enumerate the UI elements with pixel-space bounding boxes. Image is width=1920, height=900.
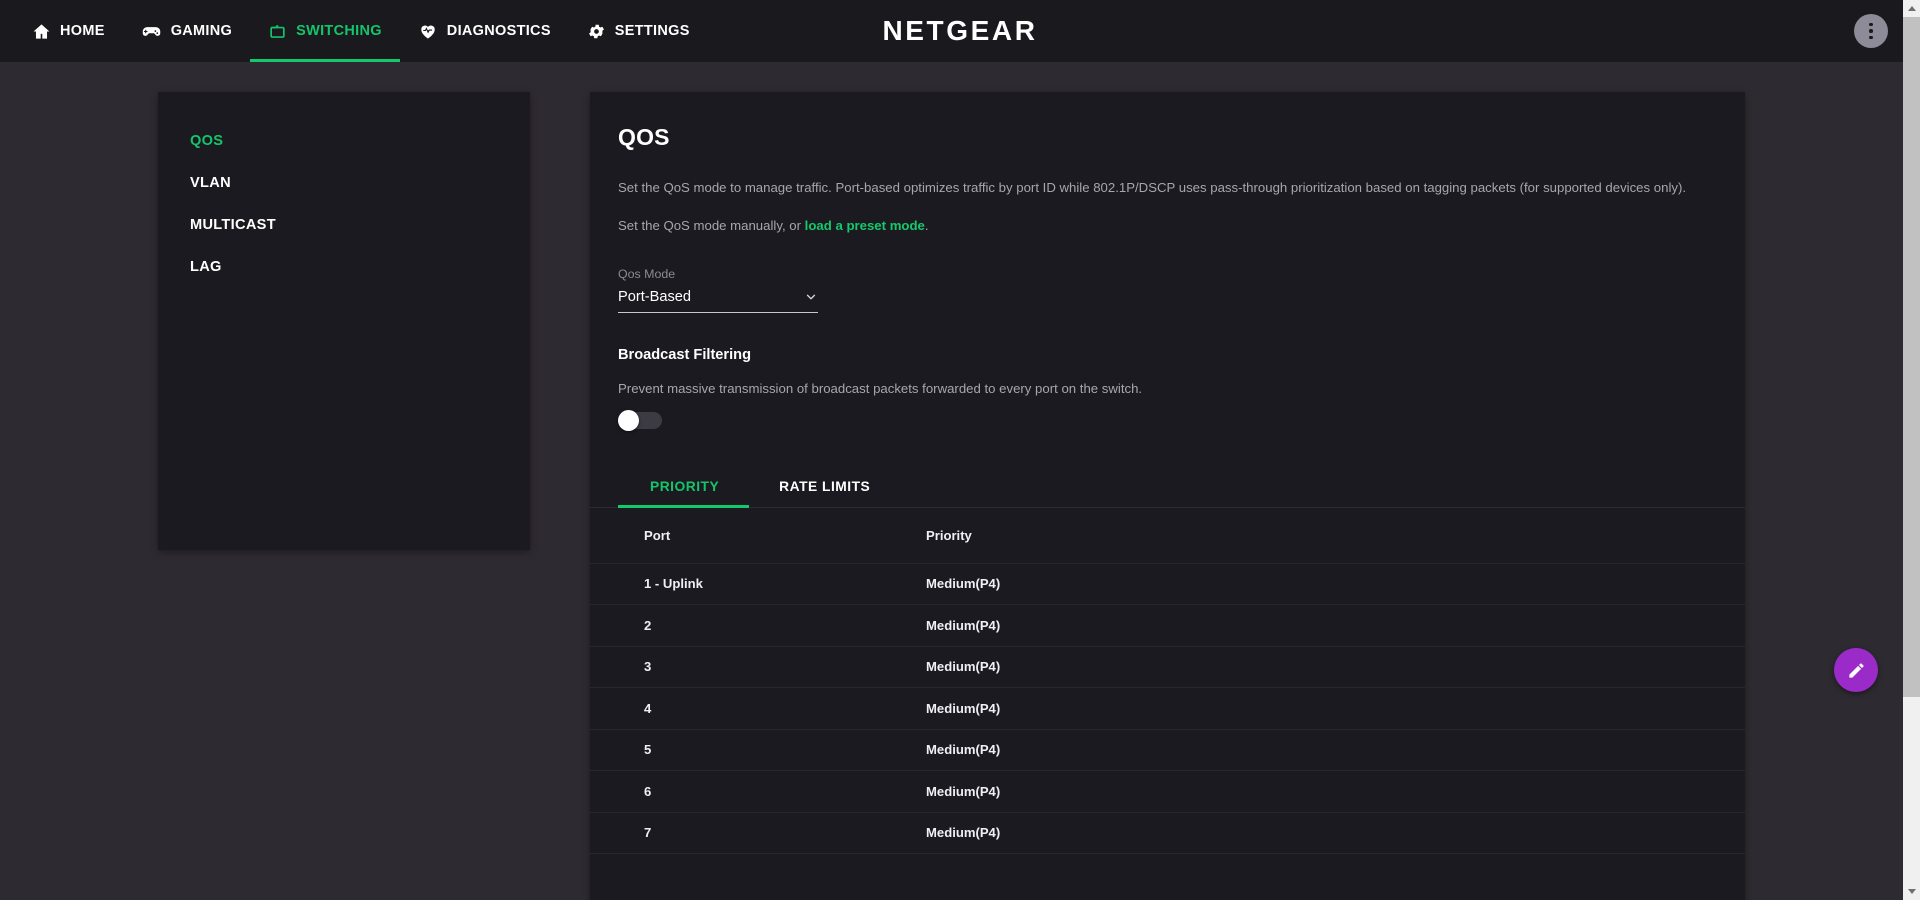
nav-item-settings[interactable]: SETTINGS [569,0,708,62]
nav-item-home[interactable]: HOME [14,0,123,62]
cell-priority: Medium(P4) [926,825,1001,841]
brand-logo-text: NETGEAR [882,15,1038,46]
cell-port: 7 [644,825,652,841]
tab-priority[interactable]: PRIORITY [618,467,750,508]
nav-item-switching[interactable]: SWITCHING [250,0,400,62]
qos-preset-line: Set the QoS mode manually, or load a pre… [618,215,1703,237]
broadcast-filtering-description: Prevent massive transmission of broadcas… [618,380,1143,396]
sidebar-list: QOS VLAN MULTICAST LAG [158,92,530,288]
cell-port: 1 - Uplink [644,576,703,592]
sidebar-item-qos[interactable]: QOS [158,120,530,162]
cell-priority: Medium(P4) [926,742,1001,758]
table-row[interactable]: 6 Medium(P4) [590,771,1745,813]
broadcast-filtering-title: Broadcast Filtering [618,346,751,363]
pencil-icon [1847,661,1866,680]
sidebar-panel: QOS VLAN MULTICAST LAG [158,92,530,550]
kebab-dot [1869,22,1873,27]
gamepad-icon [141,21,162,42]
table-row[interactable]: 4 Medium(P4) [590,688,1745,730]
table-header-row: Port Priority [590,508,1745,564]
edit-fab-button[interactable] [1834,648,1878,692]
table-row[interactable]: 7 Medium(P4) [590,813,1745,855]
chevron-up-icon [1907,6,1916,11]
broadcast-filtering-toggle[interactable] [618,409,662,431]
chevron-down-icon [804,290,818,304]
page-title: QOS [618,124,670,150]
cell-priority: Medium(P4) [926,617,1001,633]
toggle-knob [618,409,639,431]
sidebar-item-vlan[interactable]: VLAN [158,162,530,204]
kebab-dot [1869,35,1873,40]
column-header-priority: Priority [926,527,972,543]
heartbeat-icon [418,21,438,41]
nav-item-diagnostics[interactable]: DIAGNOSTICS [400,0,569,62]
cell-priority: Medium(P4) [926,700,1001,716]
table-row[interactable]: 5 Medium(P4) [590,730,1745,772]
sidebar-item-multicast[interactable]: MULTICAST [158,204,530,246]
page-scrollbar[interactable] [1903,0,1920,900]
gear-icon [587,22,606,41]
qos-mode-select[interactable]: Port-Based [618,289,818,313]
nav-item-gaming[interactable]: GAMING [123,0,250,62]
scrollbar-up-arrow[interactable] [1903,0,1920,17]
cell-priority: Medium(P4) [926,783,1001,799]
tab-rate-limits[interactable]: RATE LIMITS [749,467,900,507]
cell-port: 6 [644,783,652,799]
tab-rate-limits-label: RATE LIMITS [779,478,871,494]
table-row[interactable]: 3 Medium(P4) [590,647,1745,689]
scrollbar-thumb[interactable] [1903,17,1920,697]
table-row[interactable]: 1 - Uplink Medium(P4) [590,564,1745,606]
top-navigation-bar: HOME GAMING SWITCHING DIAGNOSTICS SETTIN… [0,0,1920,62]
sidebar-item-multicast-label: MULTICAST [190,217,276,233]
main-content-padding: QOS Set the QoS mode to manage traffic. … [590,92,1745,855]
qos-mode-label: Qos Mode [618,266,676,281]
nav-item-home-label: HOME [60,22,105,39]
table-row[interactable]: 2 Medium(P4) [590,605,1745,647]
tab-priority-label: PRIORITY [650,478,720,494]
cell-priority: Medium(P4) [926,659,1001,675]
priority-table: Port Priority 1 - Uplink Medium(P4) 2 Me… [590,508,1745,855]
cell-port: 4 [644,700,652,716]
qos-preset-prefix: Set the QoS mode manually, or [618,217,805,233]
sidebar-item-vlan-label: VLAN [190,175,231,191]
nav-item-diagnostics-label: DIAGNOSTICS [446,22,551,39]
cell-port: 5 [644,742,652,758]
scrollbar-down-arrow[interactable] [1903,883,1920,900]
nav-item-gaming-label: GAMING [170,22,233,39]
qos-description: Set the QoS mode to manage traffic. Port… [618,180,1687,195]
content-tabs: PRIORITY RATE LIMITS [590,467,1745,508]
cell-port: 3 [644,659,652,675]
home-icon [32,22,51,41]
load-preset-mode-link[interactable]: load a preset mode [805,218,925,233]
qos-preset-suffix: . [924,217,929,233]
kebab-dot [1869,29,1873,33]
nav-items: HOME GAMING SWITCHING DIAGNOSTICS SETTIN… [14,0,708,62]
qos-mode-value: Port-Based [618,288,692,305]
sidebar-item-lag-label: LAG [190,259,222,275]
nav-item-switching-label: SWITCHING [296,22,382,39]
column-header-port: Port [644,527,671,543]
sidebar-item-qos-label: QOS [190,133,224,149]
kebab-menu-icon[interactable] [1854,14,1888,48]
cell-priority: Medium(P4) [926,576,1001,592]
nav-item-settings-label: SETTINGS [614,22,690,39]
cell-port: 2 [644,617,652,633]
chevron-down-icon [1907,889,1916,894]
main-content-panel: QOS Set the QoS mode to manage traffic. … [590,92,1745,900]
page-body: QOS VLAN MULTICAST LAG QOS Set the QoS m… [0,62,1920,900]
switch-icon [268,22,287,41]
sidebar-item-lag[interactable]: LAG [158,246,530,288]
